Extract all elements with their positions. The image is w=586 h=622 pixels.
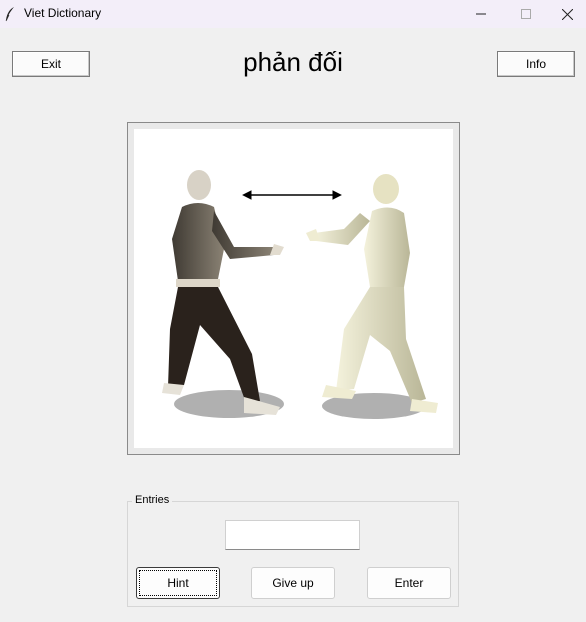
maximize-icon	[521, 9, 531, 19]
close-icon	[561, 8, 573, 20]
close-button[interactable]	[548, 0, 586, 28]
minimize-button[interactable]	[458, 0, 504, 28]
window-title: Viet Dictionary	[24, 6, 102, 20]
opposing-figures-illustration	[162, 170, 438, 419]
illustration	[134, 129, 453, 448]
title-bar: Viet Dictionary	[0, 0, 586, 28]
feather-icon	[5, 7, 14, 22]
illustration-frame	[127, 122, 460, 455]
give-up-button[interactable]: Give up	[251, 567, 335, 599]
maximize-button[interactable]	[503, 0, 549, 28]
hint-button[interactable]: Hint	[136, 567, 220, 599]
entries-label: Entries	[132, 494, 173, 506]
right-figure	[306, 174, 438, 413]
left-figure	[162, 170, 284, 415]
info-button[interactable]: Info	[497, 51, 575, 77]
enter-button[interactable]: Enter	[367, 567, 451, 599]
entry-input[interactable]	[225, 520, 360, 550]
minimize-icon	[476, 13, 486, 15]
